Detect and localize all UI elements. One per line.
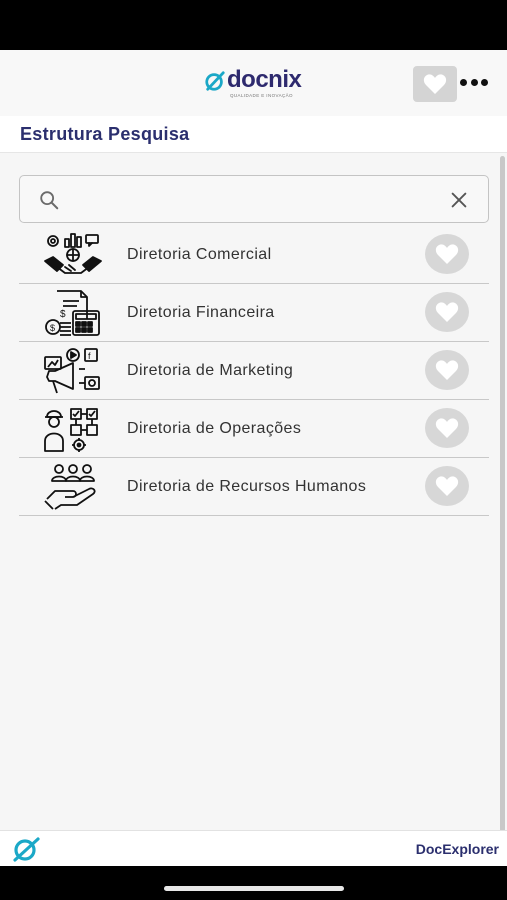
- list-item-label: Diretoria Comercial: [127, 246, 272, 263]
- logo-tagline: QUALIDADE E INOVAÇÃO: [230, 93, 293, 98]
- search-icon: [40, 191, 59, 210]
- favorite-toggle[interactable]: [425, 408, 469, 448]
- operations-worker-icon: [44, 408, 98, 452]
- list-item-label: Diretoria de Operações: [127, 420, 302, 437]
- more-dot: [481, 78, 488, 86]
- docexplorer-link[interactable]: DocExplorer: [416, 841, 499, 857]
- svg-text:$: $: [60, 309, 66, 320]
- home-indicator[interactable]: [164, 886, 344, 891]
- favorite-toggle[interactable]: [425, 350, 469, 390]
- docnix-mark-icon: [205, 71, 225, 91]
- marketing-megaphone-icon: f: [44, 348, 100, 394]
- favorite-toggle[interactable]: [425, 234, 469, 274]
- title-bar: Estrutura Pesquisa: [0, 116, 507, 153]
- list-item[interactable]: f Diretoria de Marketing: [19, 342, 489, 400]
- list-item-label: Diretoria Financeira: [127, 304, 275, 321]
- directory-list: Diretoria Comercial $ $ Diretoria Financ…: [19, 226, 489, 516]
- list-item[interactable]: Diretoria de Recursos Humanos: [19, 458, 489, 516]
- page-title: Estrutura Pesquisa: [20, 124, 190, 144]
- favorite-toggle[interactable]: [425, 292, 469, 332]
- close-icon[interactable]: [448, 189, 470, 211]
- list-item-label: Diretoria de Marketing: [127, 362, 294, 379]
- top-header: docnix QUALIDADE E INOVAÇÃO: [0, 50, 507, 116]
- logo-text: docnix: [227, 66, 302, 93]
- heart-icon: [435, 244, 459, 264]
- heart-icon: [435, 302, 459, 322]
- scrollbar[interactable]: [500, 156, 505, 832]
- favorites-button[interactable]: [413, 66, 457, 102]
- people-hand-icon: [44, 464, 96, 510]
- finance-calculator-icon: $ $: [45, 290, 100, 336]
- heart-icon: [423, 74, 447, 94]
- more-dot: [460, 78, 467, 86]
- heart-icon: [435, 418, 459, 438]
- favorite-toggle[interactable]: [425, 466, 469, 506]
- footer-bar: DocExplorer: [0, 830, 507, 866]
- list-item[interactable]: Diretoria de Operações: [19, 400, 489, 458]
- list-item[interactable]: $ $ Diretoria Financeira: [19, 284, 489, 342]
- heart-icon: [435, 476, 459, 496]
- status-bar: [0, 0, 507, 50]
- handshake-icon: [44, 233, 102, 274]
- docnix-logo: docnix QUALIDADE E INOVAÇÃO: [204, 66, 314, 102]
- list-item[interactable]: Diretoria Comercial: [19, 226, 489, 284]
- more-dot: [470, 78, 478, 86]
- list-item-label: Diretoria de Recursos Humanos: [127, 478, 367, 495]
- search-input[interactable]: [72, 184, 432, 214]
- svg-text:$: $: [50, 323, 55, 333]
- app-screen: docnix QUALIDADE E INOVAÇÃO Estrutura Pe…: [0, 50, 507, 866]
- more-options-button[interactable]: [460, 76, 488, 88]
- search-box[interactable]: [19, 175, 489, 223]
- svg-text:f: f: [88, 351, 91, 361]
- heart-icon: [435, 360, 459, 380]
- docnix-mark-icon[interactable]: [10, 836, 42, 862]
